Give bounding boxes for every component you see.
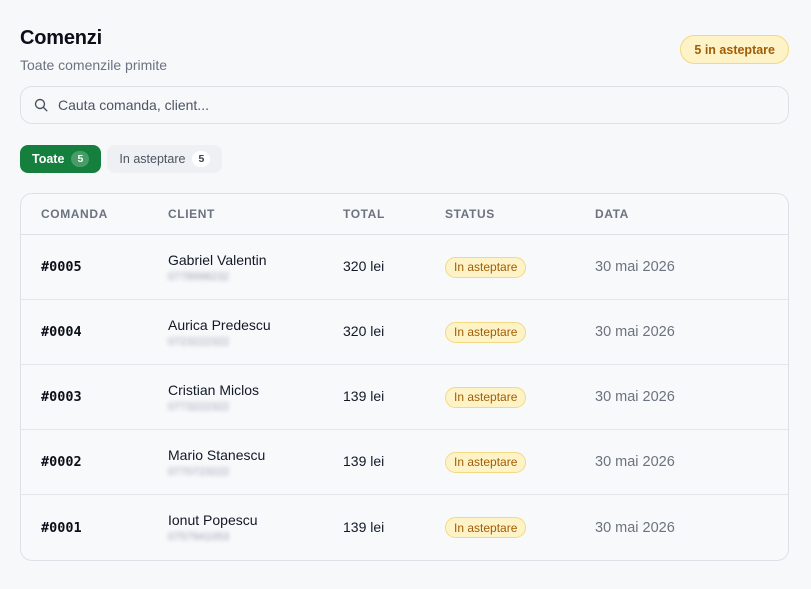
status-badge: In asteptare [445,386,527,408]
column-header-date[interactable]: DATA [595,207,788,221]
client-name: Aurica Predescu [168,316,271,333]
order-id[interactable]: #0003 [41,389,82,405]
table-row[interactable]: #0001 Ionut Popescu 0757941053 139 lei I… [21,495,788,560]
table-row[interactable]: #0002 Mario Stanescu 0770723222 139 lei … [21,430,788,495]
order-total: 320 lei [343,323,385,339]
tab-all[interactable]: Toate 5 [20,145,102,173]
page-header: Comenzi Toate comenzile primite 5 in ast… [20,0,789,86]
tab-label: Toate [32,152,65,166]
order-id[interactable]: #0002 [41,454,82,470]
orders-page: Comenzi Toate comenzile primite 5 in ast… [0,0,811,589]
order-date: 30 mai 2026 [595,324,675,340]
tab-count: 5 [71,151,90,167]
order-id[interactable]: #0004 [41,324,82,340]
table-row[interactable]: #0004 Aurica Predescu 0723222322 320 lei… [21,300,788,365]
search-input[interactable] [58,97,758,113]
search-icon [33,98,48,113]
order-date: 30 mai 2026 [595,389,675,405]
table-header: COMANDA CLIENT TOTAL STATUS DATA [21,194,788,235]
client-phone: 0778998232 [168,270,230,283]
client-phone: 0757941053 [168,531,230,543]
order-id[interactable]: #0001 [41,520,82,536]
page-title: Comenzi [20,27,102,49]
column-header-client[interactable]: CLIENT [168,207,343,221]
page-subtitle: Toate comenzile primite [20,57,168,73]
pending-count-badge[interactable]: 5 in asteptare [680,35,789,64]
order-total: 320 lei [343,258,385,274]
tab-count: 5 [192,151,211,167]
order-date: 30 mai 2026 [595,454,675,470]
filter-tabs: Toate 5 In asteptare 5 [20,145,789,173]
search-bar[interactable] [20,86,789,124]
order-total: 139 lei [343,453,385,469]
status-badge: In asteptare [445,321,527,343]
client-name: Cristian Miclos [168,381,260,398]
client-phone: 0773222322 [168,400,230,413]
column-header-order[interactable]: COMANDA [21,207,168,221]
status-badge: In asteptare [445,517,527,538]
column-header-status[interactable]: STATUS [445,207,595,221]
orders-table: COMANDA CLIENT TOTAL STATUS DATA #0005 G… [20,193,789,561]
order-date: 30 mai 2026 [595,519,675,536]
table-row[interactable]: #0005 Gabriel Valentin 0778998232 320 le… [21,235,788,300]
client-name: Mario Stanescu [168,446,266,463]
status-badge: In asteptare [445,451,527,473]
order-id[interactable]: #0005 [41,259,82,275]
status-badge: In asteptare [445,256,527,278]
order-date: 30 mai 2026 [595,259,675,275]
column-header-total[interactable]: TOTAL [343,207,445,221]
client-name: Ionut Popescu [168,512,258,528]
client-name: Gabriel Valentin [168,251,267,268]
client-phone: 0770723222 [168,465,230,478]
tab-pending[interactable]: In asteptare 5 [107,145,223,173]
tab-label: In asteptare [119,152,186,166]
table-row[interactable]: #0003 Cristian Miclos 0773222322 139 lei… [21,365,788,430]
order-total: 139 lei [343,388,385,404]
client-phone: 0723222322 [168,335,230,348]
order-total: 139 lei [343,518,385,535]
